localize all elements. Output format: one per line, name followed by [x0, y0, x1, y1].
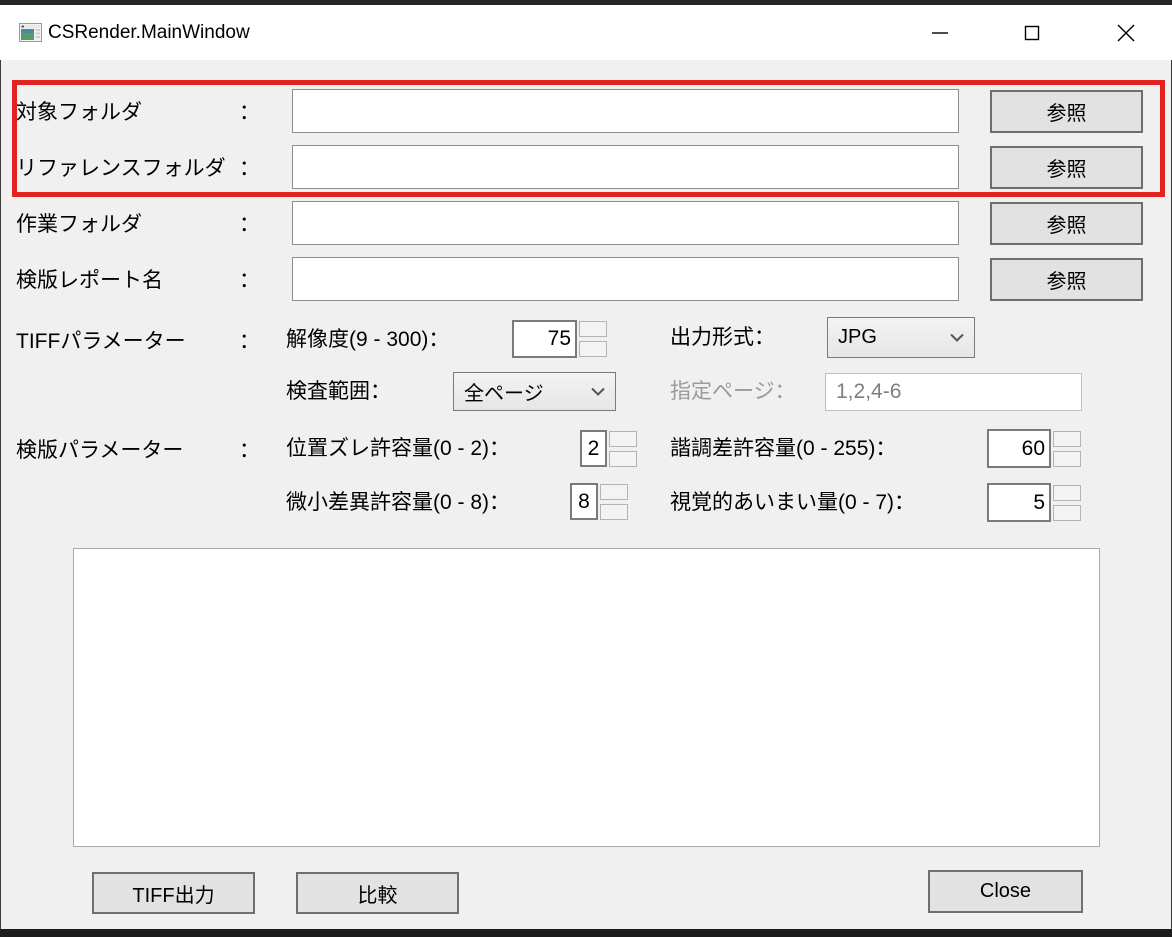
inspection-range-label: 検査範囲： — [286, 372, 391, 412]
label-text: 対象フォルダ — [16, 96, 142, 126]
label-colon: ： — [239, 152, 260, 182]
visual-ambiguity-spin-down-button[interactable] — [1053, 505, 1081, 521]
tiff-output-button[interactable]: TIFF出力 — [92, 872, 255, 914]
tone-diff-label: 諧調差許容量(0 - 255)： — [670, 428, 896, 470]
title-bar[interactable]: CSRender.MainWindow — [0, 5, 1172, 60]
position-shift-label: 位置ズレ許容量(0 - 2)： — [286, 428, 510, 470]
minimize-button[interactable] — [908, 5, 972, 60]
main-window: CSRender.MainWindow 対象フォルダ ： 参照 リファレンスフォ… — [0, 0, 1172, 937]
reference-folder-browse-button[interactable]: 参照 — [990, 146, 1143, 189]
label-text: 作業フォルダ — [16, 208, 142, 238]
label-colon: ： — [239, 325, 260, 355]
minor-diff-spin-up-button[interactable] — [600, 484, 628, 500]
close-action-button[interactable]: Close — [928, 870, 1083, 913]
close-icon — [1115, 22, 1137, 44]
background-window-strip-bottom — [0, 929, 1172, 937]
visual-ambiguity-spin-up-button[interactable] — [1053, 485, 1081, 501]
visual-ambiguity-label: 視覚的あいまい量(0 - 7)： — [670, 482, 915, 524]
chevron-down-icon — [591, 387, 605, 396]
label-text: 検版パラメーター — [16, 434, 183, 464]
position-shift-spin-down-button[interactable] — [609, 451, 637, 467]
log-output-area[interactable] — [73, 548, 1100, 847]
target-folder-label: 対象フォルダ ： — [16, 89, 260, 133]
close-button[interactable] — [1094, 5, 1158, 60]
visual-ambiguity-input[interactable] — [987, 483, 1051, 522]
tiff-params-label: TIFFパラメーター ： — [16, 318, 260, 362]
minor-diff-label: 微小差異許容量(0 - 8)： — [286, 482, 510, 524]
tone-diff-input[interactable] — [987, 429, 1051, 468]
specified-pages-input[interactable] — [825, 373, 1082, 411]
maximize-icon — [1022, 23, 1042, 43]
resolution-spinner — [512, 320, 607, 358]
target-folder-input[interactable] — [292, 89, 959, 133]
output-format-select[interactable]: JPG — [827, 317, 975, 358]
inspection-range-select[interactable]: 全ページ — [453, 372, 616, 411]
tone-diff-spin-down-button[interactable] — [1053, 451, 1081, 467]
compare-button[interactable]: 比較 — [296, 872, 459, 914]
work-folder-label: 作業フォルダ ： — [16, 201, 260, 245]
label-text: リファレンスフォルダ — [16, 152, 226, 182]
report-name-browse-button[interactable]: 参照 — [990, 258, 1143, 301]
minor-diff-spin-down-button[interactable] — [600, 504, 628, 520]
tone-diff-spin-up-button[interactable] — [1053, 431, 1081, 447]
reference-folder-label: リファレンスフォルダ ： — [16, 145, 260, 189]
label-text: 検版レポート名 — [16, 264, 163, 294]
label-colon: ： — [239, 96, 260, 126]
visual-ambiguity-spinner — [987, 483, 1081, 522]
report-name-label: 検版レポート名 ： — [16, 257, 260, 301]
window-title: CSRender.MainWindow — [48, 5, 250, 60]
label-text: TIFFパラメーター — [16, 325, 186, 355]
resolution-input[interactable] — [512, 320, 577, 358]
label-colon: ： — [239, 208, 260, 238]
position-shift-spinner — [580, 430, 637, 467]
work-folder-input[interactable] — [292, 201, 959, 245]
label-colon: ： — [239, 264, 260, 294]
label-colon: ： — [239, 434, 260, 464]
app-icon — [19, 23, 42, 42]
minor-diff-spinner — [570, 483, 628, 520]
chevron-down-icon — [950, 333, 964, 342]
reference-folder-input[interactable] — [292, 145, 959, 189]
output-format-value: JPG — [838, 326, 877, 349]
position-shift-spin-up-button[interactable] — [609, 431, 637, 447]
kenpan-params-label: 検版パラメーター ： — [16, 428, 260, 470]
maximize-button[interactable] — [1000, 5, 1064, 60]
resolution-label: 解像度(9 - 300)： — [286, 318, 449, 362]
report-name-input[interactable] — [292, 257, 959, 301]
target-folder-browse-button[interactable]: 参照 — [990, 90, 1143, 133]
resolution-spin-up-button[interactable] — [579, 321, 607, 337]
position-shift-input[interactable] — [580, 430, 607, 467]
inspection-range-value: 全ページ — [464, 377, 544, 406]
tone-diff-spinner — [987, 429, 1081, 468]
minor-diff-input[interactable] — [570, 483, 598, 520]
resolution-spin-down-button[interactable] — [579, 341, 607, 357]
output-format-label: 出力形式： — [670, 316, 775, 360]
specified-pages-label: 指定ページ： — [670, 372, 796, 412]
work-folder-browse-button[interactable]: 参照 — [990, 202, 1143, 245]
minimize-icon — [930, 23, 950, 43]
